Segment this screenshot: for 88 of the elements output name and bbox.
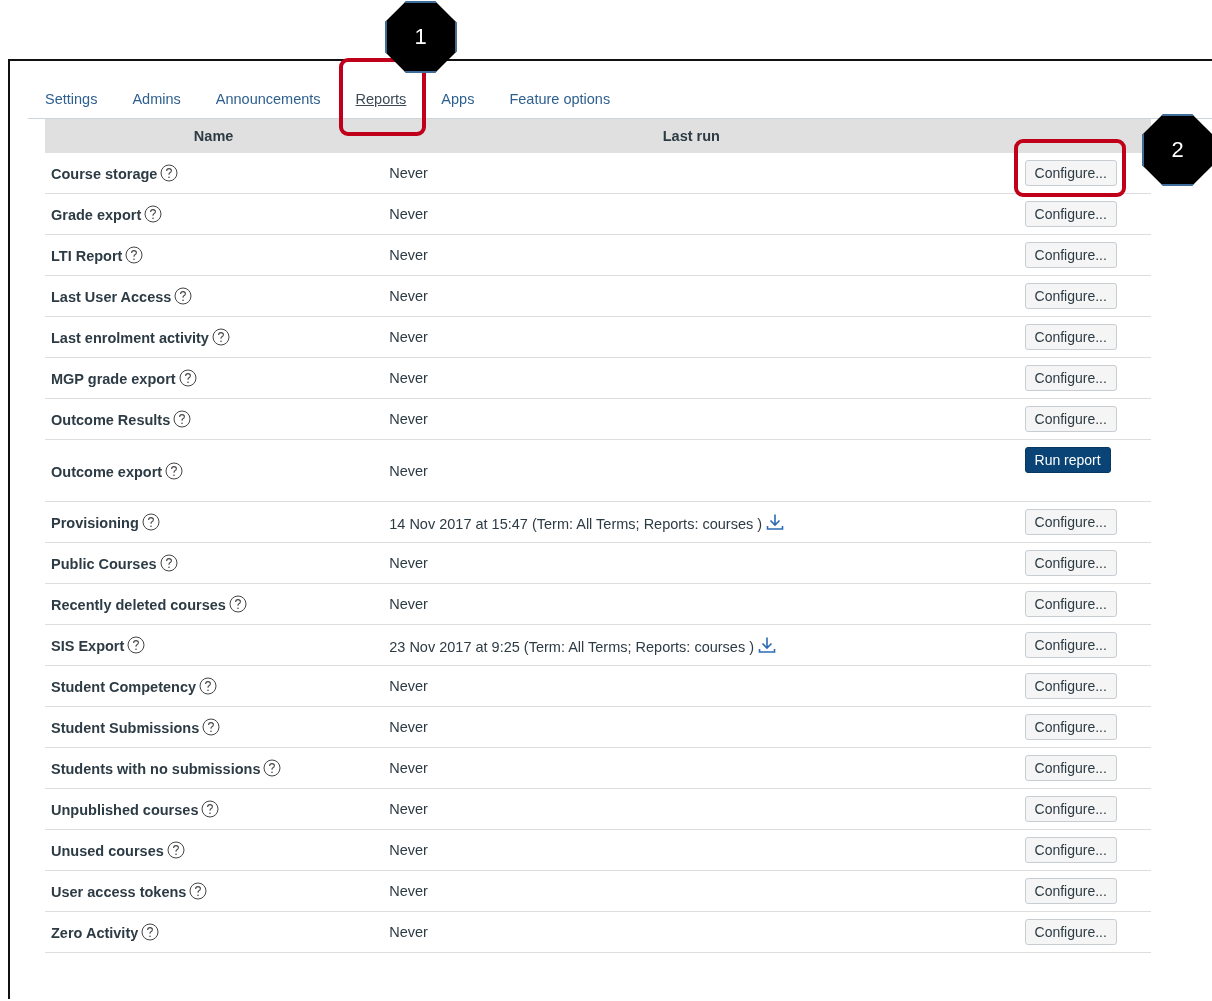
report-name: Outcome Results — [51, 412, 171, 428]
configure-button[interactable]: Configure... — [1024, 878, 1117, 904]
download-icon[interactable] — [758, 635, 777, 654]
tab[interactable]: Apps — [441, 91, 475, 107]
last-run-text: Never — [389, 370, 428, 386]
last-run-text: 14 Nov 2017 at 15:47 (Term: All Terms; Reports: courses ) — [389, 515, 763, 532]
report-name: Unused courses — [51, 843, 164, 859]
help-icon[interactable] — [189, 882, 208, 900]
last-run-text: 23 Nov 2017 at 9:25 (Term: All Terms; Reports: courses ) — [389, 638, 755, 655]
report-name: Zero Activity — [51, 925, 139, 941]
tab[interactable]: Reports — [355, 91, 407, 107]
help-icon[interactable] — [199, 677, 217, 695]
help-icon[interactable] — [125, 246, 144, 264]
step-badge: 1 — [384, 1, 457, 73]
help-icon[interactable] — [144, 205, 163, 223]
report-name: Students with no submissions — [51, 761, 261, 777]
last-run-text: Never — [389, 719, 428, 735]
tab[interactable]: Admins — [132, 91, 181, 107]
report-name: Outcome export — [51, 463, 163, 480]
configure-button[interactable]: Configure... — [1024, 509, 1117, 535]
step-badge: 2 — [1141, 114, 1212, 186]
configure-button[interactable]: Configure... — [1024, 242, 1117, 268]
help-icon[interactable] — [141, 513, 160, 531]
last-run-text: Never — [389, 842, 428, 858]
configure-button[interactable]: Configure... — [1024, 365, 1117, 391]
help-icon[interactable] — [228, 595, 247, 613]
configure-button[interactable]: Configure... — [1024, 160, 1117, 186]
help-icon[interactable] — [174, 287, 193, 305]
help-icon[interactable] — [201, 800, 220, 818]
configure-button[interactable]: Configure... — [1024, 796, 1117, 822]
last-run-text: Never — [389, 883, 428, 899]
last-run-text: Never — [389, 760, 428, 776]
report-name: Unpublished courses — [51, 802, 199, 818]
report-name: Student Submissions — [51, 720, 200, 736]
configure-button[interactable]: Configure... — [1024, 406, 1117, 432]
tab[interactable]: Settings — [45, 91, 98, 107]
report-name: User access tokens — [51, 884, 187, 900]
last-run-text: Never — [389, 411, 428, 427]
last-run-text: Never — [389, 924, 428, 940]
report-name: Grade export — [51, 207, 142, 223]
last-run-text: Never — [389, 555, 428, 571]
last-run-text: Never — [389, 462, 428, 479]
report-name: Public Courses — [51, 556, 157, 572]
column-header: Last run — [382, 119, 1001, 153]
help-icon[interactable] — [178, 369, 197, 387]
last-run-text: Never — [389, 596, 428, 612]
last-run-text: Never — [389, 247, 428, 263]
help-icon[interactable] — [202, 718, 221, 736]
column-header: Name — [45, 119, 383, 153]
report-name: Provisioning — [51, 515, 139, 531]
configure-button[interactable]: Configure... — [1024, 673, 1117, 699]
configure-button[interactable]: Configure... — [1024, 283, 1117, 309]
help-icon[interactable] — [127, 636, 146, 654]
tab[interactable]: Announcements — [215, 91, 321, 107]
run-report-button[interactable]: Run report — [1024, 446, 1111, 473]
tab[interactable]: Feature options — [509, 91, 611, 107]
help-icon[interactable] — [165, 461, 184, 480]
configure-button[interactable]: Configure... — [1024, 837, 1117, 863]
configure-button[interactable]: Configure... — [1024, 550, 1117, 576]
report-name: SIS Export — [51, 638, 125, 654]
help-icon[interactable] — [141, 923, 160, 941]
configure-button[interactable]: Configure... — [1024, 324, 1117, 350]
last-run-text: Never — [389, 165, 428, 181]
report-name: Last enrolment activity — [51, 330, 209, 346]
configure-button[interactable]: Configure... — [1024, 201, 1117, 227]
help-icon[interactable] — [159, 554, 178, 572]
report-name: Last User Access — [51, 289, 172, 305]
configure-button[interactable]: Configure... — [1024, 755, 1117, 781]
report-name: Course storage — [51, 166, 158, 182]
help-icon[interactable] — [173, 410, 192, 428]
help-icon[interactable] — [211, 328, 230, 346]
configure-button[interactable]: Configure... — [1024, 919, 1117, 945]
last-run-text: Never — [389, 801, 428, 817]
report-name: MGP grade export — [51, 371, 176, 387]
last-run-text: Never — [389, 329, 428, 345]
configure-button[interactable]: Configure... — [1024, 714, 1117, 740]
report-name: Student Competency — [51, 679, 196, 695]
last-run-text: Never — [389, 288, 428, 304]
configure-button[interactable]: Configure... — [1024, 591, 1117, 617]
last-run-text: Never — [389, 206, 428, 222]
help-icon[interactable] — [166, 841, 185, 859]
help-icon[interactable] — [160, 164, 179, 182]
report-name: Recently deleted courses — [51, 597, 226, 613]
configure-button[interactable]: Configure... — [1024, 632, 1117, 658]
report-name: LTI Report — [51, 248, 123, 264]
download-icon[interactable] — [766, 512, 785, 531]
help-icon[interactable] — [263, 759, 282, 777]
last-run-text: Never — [389, 678, 428, 694]
